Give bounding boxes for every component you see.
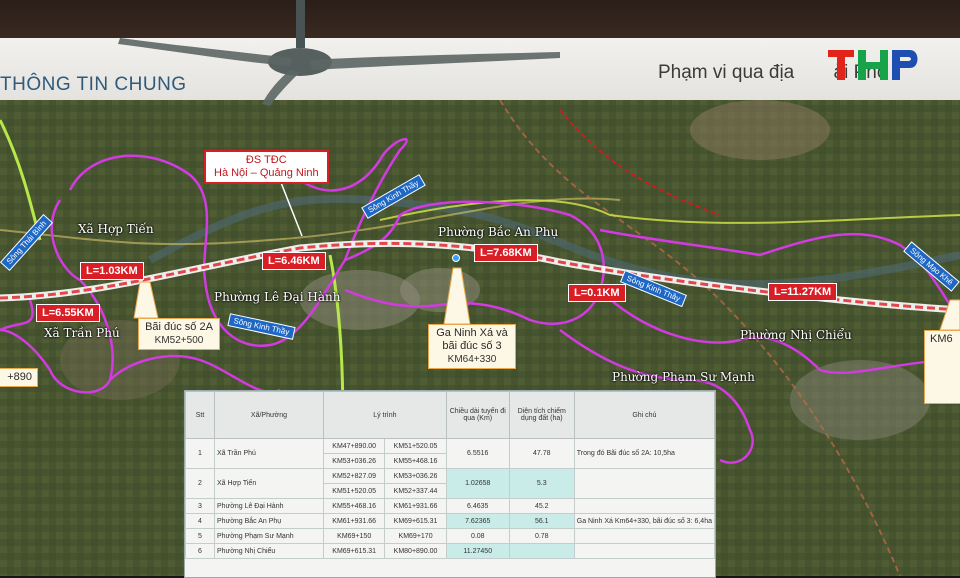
- cell-area: 47.78: [508, 438, 575, 469]
- length-label: L=7.68KM: [474, 244, 538, 262]
- cell-stt: 4: [185, 513, 215, 529]
- cell-length: 6.5516: [445, 438, 510, 469]
- railway-label: ĐS TĐC Hà Nội – Quảng Ninh: [204, 150, 329, 184]
- railway-label-line2: Hà Nội – Quảng Ninh: [214, 167, 319, 179]
- cell-stt: 1: [185, 438, 215, 469]
- cell-stt: 6: [185, 543, 215, 559]
- cell-length: 7.62365: [445, 513, 510, 529]
- cell-length: 1.02658: [445, 468, 510, 499]
- cell-area: [508, 543, 575, 559]
- ward-label-tran-phu: Xã Trần Phú: [44, 326, 120, 340]
- cell-length: 6.4635: [445, 498, 510, 514]
- cell-range: KM61+931.66: [322, 513, 386, 529]
- length-label: L=6.46KM: [262, 252, 326, 270]
- railway-label-line1: ĐS TĐC: [245, 154, 287, 166]
- cell-range: KM51+520.05: [322, 483, 386, 499]
- length-label: L=6.55KM: [36, 304, 100, 322]
- length-label: L=1.03KM: [80, 262, 144, 280]
- cell-range: KM69+150: [322, 528, 386, 544]
- cell-range: KM53+036.26: [384, 468, 447, 484]
- col-header-range: Lý trình: [323, 391, 447, 439]
- table-row: 5 Phường Phạm Sư Mạnh KM69+150 KM69+170 …: [185, 528, 715, 544]
- callout-title: Bãi đúc số 2A: [145, 321, 213, 333]
- cell-length: 0.08: [445, 528, 510, 544]
- col-header-stt: Stt: [185, 391, 215, 439]
- cell-range: KM53+036.26: [322, 453, 386, 469]
- col-header-note: Ghi chú: [573, 391, 715, 439]
- cell-stt: 5: [185, 528, 215, 544]
- length-label: L=11.27KM: [768, 283, 838, 301]
- table-row: 6 Phường Nhị Chiểu KM69+615.31 KM80+890.…: [185, 543, 715, 559]
- thp-logo: [828, 50, 918, 80]
- table-row: 4 Phường Bắc An Phụ KM61+931.66 KM69+615…: [185, 513, 715, 529]
- callout-km: KM64+330: [447, 354, 497, 365]
- cell-area: 5.3: [508, 468, 575, 499]
- cell-range: KM47+890.00: [322, 438, 386, 454]
- cell-range: KM51+520.05: [384, 438, 447, 454]
- ward-label-pham-su-manh: Phường Phạm Sư Mạnh: [612, 370, 755, 384]
- callout-ga-ninh-xa: Ga Ninh Xá và bãi đúc số 3 KM64+330: [428, 324, 516, 369]
- cell-ward: Xã Trần Phú: [214, 438, 324, 469]
- cell-area: 45.2: [508, 498, 575, 514]
- table-row: 2 Xã Hợp Tiến KM52+827.09 KM53+036.26 1.…: [185, 468, 715, 499]
- ward-table: Stt Xã/Phường Lý trình Chiều dài tuyến đ…: [184, 390, 716, 578]
- ward-label-hop-tien: Xã Hợp Tiến: [78, 222, 154, 236]
- cell-range: KM61+931.66: [384, 498, 447, 514]
- callout-edge-left: +890: [0, 368, 38, 387]
- callout-title: Ga Ninh Xá và bãi đúc số 3: [436, 327, 508, 352]
- col-header-ward: Xã/Phường: [214, 391, 324, 439]
- cell-range: KM80+890.00: [384, 543, 447, 559]
- cell-note: Ga Ninh Xá Km64+330, bãi đúc số 3: 6,4ha: [573, 513, 715, 529]
- ward-label-le-dai-hanh: Phường Lê Đại Hành: [214, 290, 341, 304]
- ward-label-nhi-chieu: Phường Nhị Chiểu: [740, 328, 852, 342]
- cell-ward: Phường Lê Đại Hành: [214, 498, 324, 514]
- cell-note: [573, 468, 715, 499]
- cell-ward: Phường Phạm Sư Mạnh: [214, 528, 324, 544]
- cell-note: [573, 543, 715, 559]
- cell-note: [573, 528, 715, 544]
- cell-length: 11.27450: [445, 543, 510, 559]
- ceiling-fan: [118, 0, 560, 106]
- table-row: 3 Phường Lê Đại Hành KM55+468.16 KM61+93…: [185, 498, 715, 514]
- callout-edge-right: KM6: [924, 330, 960, 404]
- cell-range: KM69+615.31: [322, 543, 386, 559]
- cell-range: KM52+337.44: [384, 483, 447, 499]
- table-row: 1 Xã Trần Phú KM47+890.00 KM51+520.05 6.…: [185, 438, 715, 469]
- cell-stt: 3: [185, 498, 215, 514]
- ward-table-grid: Stt Xã/Phường Lý trình Chiều dài tuyến đ…: [185, 391, 715, 559]
- cell-range: KM55+468.16: [322, 498, 386, 514]
- col-header-length: Chiều dài tuyến đi qua (Km): [445, 391, 510, 439]
- length-label: L=0.1KM: [568, 284, 626, 302]
- cell-area: 0.78: [508, 528, 575, 544]
- col-header-area: Diện tích chiếm dụng đất (ha): [508, 391, 575, 439]
- cell-range: KM55+468.16: [384, 453, 447, 469]
- cell-ward: Phường Nhị Chiểu: [214, 543, 324, 559]
- callout-bai-duc-2a: Bãi đúc số 2A KM52+500: [138, 318, 220, 350]
- cell-note: Trong đó Bãi đúc số 2A: 10,5ha: [573, 438, 715, 469]
- table-header-row: Stt Xã/Phường Lý trình Chiều dài tuyến đ…: [185, 391, 715, 439]
- cell-ward: Xã Hợp Tiến: [214, 468, 324, 499]
- callout-km: KM52+500: [154, 335, 204, 346]
- cell-range: KM69+170: [384, 528, 447, 544]
- cell-area: 56.1: [508, 513, 575, 529]
- cell-range: KM69+615.31: [384, 513, 447, 529]
- cell-note: [573, 498, 715, 514]
- cell-range: KM52+827.09: [322, 468, 386, 484]
- ward-label-bac-an-phu: Phường Bắc An Phụ: [438, 225, 559, 239]
- cell-stt: 2: [185, 468, 215, 499]
- cell-ward: Phường Bắc An Phụ: [214, 513, 324, 529]
